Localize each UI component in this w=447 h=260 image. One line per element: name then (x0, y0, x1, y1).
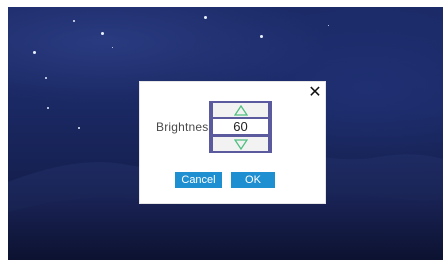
ok-button[interactable]: OK (231, 172, 275, 188)
close-icon[interactable]: ✕ (308, 85, 322, 101)
star (328, 25, 329, 26)
increase-button[interactable] (213, 103, 268, 117)
star (78, 127, 80, 129)
star (47, 107, 49, 109)
triangle-up-icon (233, 104, 248, 116)
triangle-down-icon (233, 138, 248, 150)
brightness-label-container: Brightness (156, 118, 209, 134)
decrease-button[interactable] (213, 137, 268, 151)
star (112, 47, 113, 48)
brightness-dialog: ✕ Brightness 60 Cancel OK (139, 81, 326, 204)
star (260, 35, 263, 38)
star (101, 32, 104, 35)
star (204, 16, 207, 19)
wallpaper-background: ✕ Brightness 60 Cancel OK (8, 7, 443, 260)
cancel-button[interactable]: Cancel (175, 172, 222, 188)
brightness-label: Brightness (156, 120, 209, 134)
star (73, 20, 75, 22)
star (33, 51, 36, 54)
brightness-stepper: 60 (209, 101, 272, 153)
star (45, 77, 47, 79)
brightness-value: 60 (213, 119, 268, 134)
